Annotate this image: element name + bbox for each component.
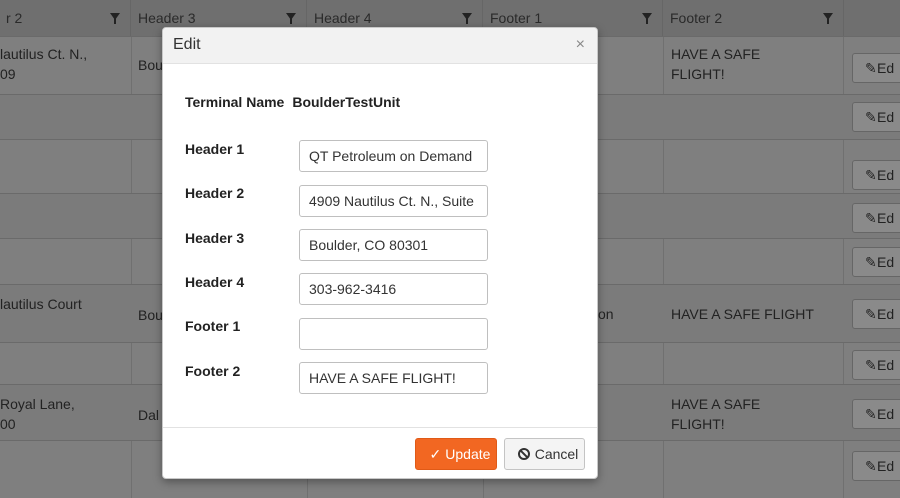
pencil-icon: ✎ xyxy=(865,458,877,474)
header-3-label: Header 3 xyxy=(185,230,245,246)
edit-button[interactable]: ✎Ed xyxy=(852,102,900,132)
footer-1-label: Footer 1 xyxy=(185,318,241,334)
terminal-name-value: BoulderTestUnit xyxy=(292,94,401,110)
terminal-name-row: Terminal Name BoulderTestUnit xyxy=(185,94,400,110)
row-cell: Bou xyxy=(138,57,163,73)
edit-button-label: Ed xyxy=(877,458,895,474)
pencil-icon: ✎ xyxy=(865,60,877,76)
row-cell: HAVE A SAFE FLIGHT! xyxy=(671,394,760,434)
pencil-icon: ✎ xyxy=(865,167,877,183)
column-header-label: Header 3 xyxy=(138,10,196,26)
edit-button[interactable]: ✎Ed xyxy=(852,247,900,277)
edit-button[interactable]: ✎Ed xyxy=(852,399,900,429)
row-cell: Royal Lane, 00 xyxy=(0,394,75,434)
edit-button[interactable]: ✎Ed xyxy=(852,299,900,329)
header-2-input[interactable] xyxy=(299,185,488,217)
edit-button-label: Ed xyxy=(877,306,895,322)
edit-button-label: Ed xyxy=(877,167,895,183)
cell-line: HAVE A SAFE xyxy=(671,46,761,62)
row-cell: lautilus Court xyxy=(0,296,82,312)
filter-icon[interactable] xyxy=(286,13,296,24)
cell-line: Royal Lane, xyxy=(0,396,75,412)
cell-line: 09 xyxy=(0,66,16,82)
header-2-label: Header 2 xyxy=(185,185,245,201)
cancel-button[interactable]: Cancel xyxy=(504,438,585,470)
update-button[interactable]: ✓ Update xyxy=(415,438,497,470)
ban-icon xyxy=(517,448,530,460)
edit-button-label: Ed xyxy=(877,210,895,226)
edit-dialog: Edit × Terminal Name BoulderTestUnit Head… xyxy=(162,27,598,479)
column-header-label: r 2 xyxy=(6,10,23,26)
close-icon[interactable]: × xyxy=(576,37,585,53)
dialog-title: Edit xyxy=(173,36,201,53)
cell-line: 00 xyxy=(0,416,16,432)
header-4-label: Header 4 xyxy=(185,274,245,290)
header-4-input[interactable] xyxy=(299,273,488,305)
footer-2-input[interactable] xyxy=(299,362,488,394)
edit-button[interactable]: ✎Ed xyxy=(852,203,900,233)
edit-button-label: Ed xyxy=(877,357,895,373)
edit-button-label: Ed xyxy=(877,109,895,125)
edit-button[interactable]: ✎Ed xyxy=(852,53,900,83)
column-header-label: Footer 1 xyxy=(490,10,543,26)
edit-button[interactable]: ✎Ed xyxy=(852,451,900,481)
row-cell: Bou xyxy=(138,307,163,323)
column-header-header-2[interactable]: r 2 xyxy=(0,0,131,36)
edit-button-label: Ed xyxy=(877,406,895,422)
cell-line: FLIGHT! xyxy=(671,66,725,82)
cell-line: HAVE A SAFE xyxy=(671,396,761,412)
column-header-footer-2[interactable]: Footer 2 xyxy=(664,0,844,36)
row-cell: HAVE A SAFE FLIGHT! xyxy=(671,44,760,84)
filter-icon[interactable] xyxy=(642,13,652,24)
check-icon: ✓ xyxy=(429,446,442,462)
row-cell: lautilus Ct. N., 09 xyxy=(0,44,87,84)
dialog-header: Edit × xyxy=(163,28,597,64)
pencil-icon: ✎ xyxy=(865,109,877,125)
pencil-icon: ✎ xyxy=(865,254,877,270)
pencil-icon: ✎ xyxy=(865,357,877,373)
filter-icon[interactable] xyxy=(110,13,120,24)
header-1-input[interactable] xyxy=(299,140,488,172)
column-header-label: Footer 2 xyxy=(670,10,723,26)
filter-icon[interactable] xyxy=(462,13,472,24)
edit-button-label: Ed xyxy=(877,254,895,270)
edit-button-label: Ed xyxy=(877,60,895,76)
row-cell: on xyxy=(598,306,614,322)
footer-1-input[interactable] xyxy=(299,318,488,350)
filter-icon[interactable] xyxy=(823,13,833,24)
terminal-name-label: Terminal Name xyxy=(185,94,285,110)
update-button-label: Update xyxy=(445,446,491,462)
pencil-icon: ✎ xyxy=(865,210,877,226)
header-3-input[interactable] xyxy=(299,229,488,261)
cell-line: FLIGHT! xyxy=(671,416,725,432)
header-1-label: Header 1 xyxy=(185,141,245,157)
cancel-button-label: Cancel xyxy=(534,446,579,462)
edit-button[interactable]: ✎Ed xyxy=(852,350,900,380)
cell-line: lautilus Ct. N., xyxy=(0,46,88,62)
row-cell: HAVE A SAFE FLIGHT xyxy=(671,306,814,322)
footer-2-label: Footer 2 xyxy=(185,363,241,379)
pencil-icon: ✎ xyxy=(865,306,877,322)
row-cell: Dal xyxy=(138,407,160,423)
column-header-label: Header 4 xyxy=(314,10,372,26)
dialog-footer: ✓ Update Cancel xyxy=(163,427,597,480)
pencil-icon: ✎ xyxy=(865,406,877,422)
edit-button[interactable]: ✎Ed xyxy=(852,160,900,190)
